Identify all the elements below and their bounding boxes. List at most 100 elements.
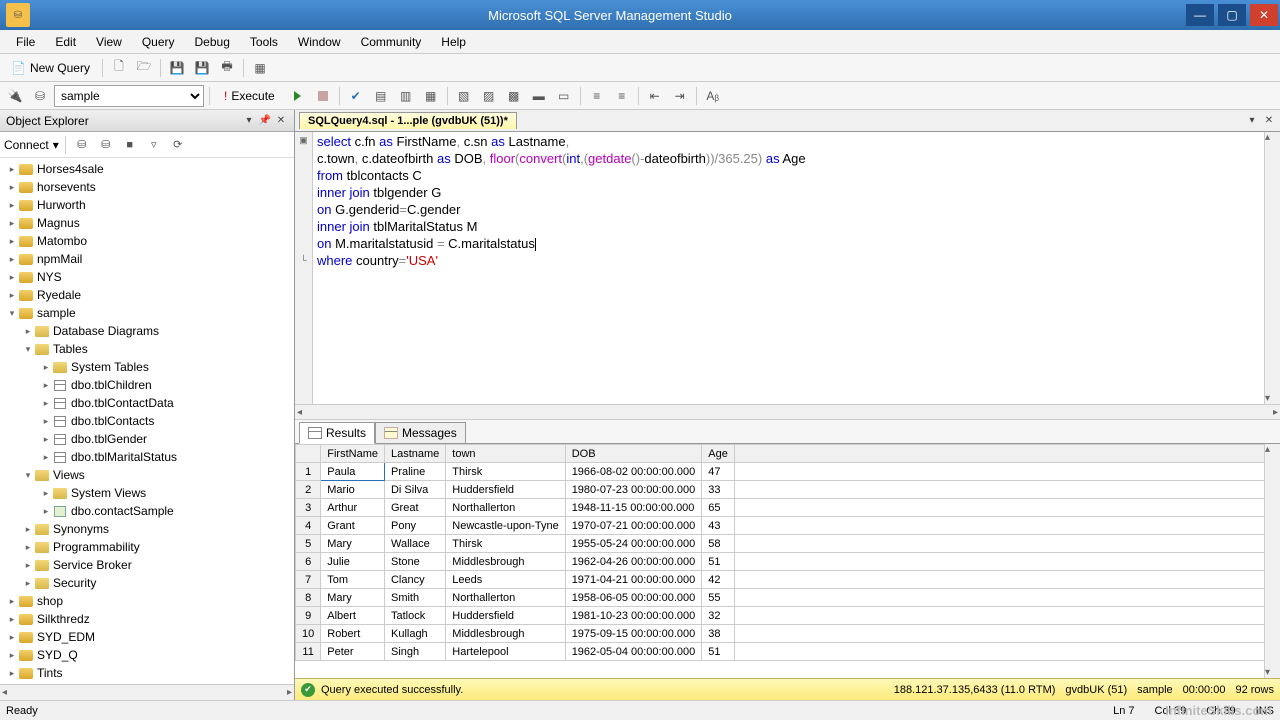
grid-cell[interactable]: 43 [702,517,735,535]
pin-icon[interactable]: 📌 [258,114,272,128]
results-tab[interactable]: Results [299,422,375,444]
open-file-icon[interactable]: 🗁 [133,57,155,79]
grid-vscroll[interactable]: ▴▾ [1264,444,1280,678]
tree-folder[interactable]: ▸Synonyms [0,520,294,538]
grid-cell[interactable]: Northallerton [446,589,565,607]
grid-cell[interactable]: Clancy [384,571,445,589]
row-header[interactable]: 8 [296,589,321,607]
grid-cell[interactable]: 65 [702,499,735,517]
tree-db[interactable]: ▸Matombo [0,232,294,250]
execute-button[interactable]: !Execute [215,86,284,106]
grid-cell[interactable]: 38 [702,625,735,643]
close-panel-icon[interactable]: ✕ [274,114,288,128]
tree-db[interactable]: ▸NYS [0,268,294,286]
close-button[interactable]: ✕ [1250,4,1278,26]
grid-cell[interactable]: Great [384,499,445,517]
tree-view[interactable]: ▸dbo.contactSample [0,502,294,520]
tree-db[interactable]: ▸npmMail [0,250,294,268]
grid-cell[interactable]: 1980-07-23 00:00:00.000 [565,481,702,499]
tree-folder-tables[interactable]: ▾Tables [0,340,294,358]
tree-db[interactable]: ▸Tints [0,664,294,682]
table-row[interactable]: 1PaulaPralineThirsk1966-08-02 00:00:00.0… [296,463,1280,481]
results-grid[interactable]: FirstName Lastname town DOB Age 1PaulaPr… [295,444,1280,661]
filter-icon[interactable]: ▿ [144,135,164,155]
tree-db[interactable]: ▸Ryedale [0,286,294,304]
tree-folder-views[interactable]: ▾Views [0,466,294,484]
menu-help[interactable]: Help [431,33,476,51]
grid-cell[interactable]: 1958-06-05 00:00:00.000 [565,589,702,607]
tab-dropdown-icon[interactable]: ▾ [1245,114,1259,128]
table-row[interactable]: 2MarioDi SilvaHuddersfield1980-07-23 00:… [296,481,1280,499]
grid-cell[interactable]: Thirsk [446,535,565,553]
tree-db[interactable]: ▸Silkthredz [0,610,294,628]
row-header[interactable]: 3 [296,499,321,517]
grid-cell[interactable]: Middlesbrough [446,625,565,643]
tree-db[interactable]: ▸shop [0,592,294,610]
tree-table[interactable]: ▸dbo.tblMaritalStatus [0,448,294,466]
database-select[interactable]: sample [54,85,204,107]
grid-cell[interactable]: 1948-11-15 00:00:00.000 [565,499,702,517]
tree-table[interactable]: ▸dbo.tblContactData [0,394,294,412]
grid-cell[interactable]: 1981-10-23 00:00:00.000 [565,607,702,625]
object-tree[interactable]: ▸Horses4sale ▸horsevents ▸Hurworth ▸Magn… [0,158,294,684]
menu-community[interactable]: Community [351,33,432,51]
grid-cell[interactable]: 1975-09-15 00:00:00.000 [565,625,702,643]
grid-cell[interactable]: Paula [321,463,385,481]
grid-cell[interactable]: 32 [702,607,735,625]
grid-cell[interactable]: Kullagh [384,625,445,643]
grid-cell[interactable]: 51 [702,643,735,661]
menu-window[interactable]: Window [288,33,351,51]
comment-icon[interactable]: ≡ [586,85,608,107]
grid-cell[interactable]: Smith [384,589,445,607]
menu-file[interactable]: File [6,33,45,51]
table-row[interactable]: 11PeterSinghHartelepool1962-05-04 00:00:… [296,643,1280,661]
grid-cell[interactable]: Tom [321,571,385,589]
grid-cell[interactable]: 58 [702,535,735,553]
grid-cell[interactable]: 1970-07-21 00:00:00.000 [565,517,702,535]
col-header[interactable]: Lastname [384,445,445,463]
menu-edit[interactable]: Edit [45,33,86,51]
intellisense-icon[interactable]: ▦ [420,85,442,107]
query-options-icon[interactable]: ▥ [395,85,417,107]
sql-editor[interactable]: ▣ └ select c.fn as FirstName, c.sn as La… [295,132,1280,404]
tree-db[interactable]: ▸Magnus [0,214,294,232]
grid-cell[interactable]: Hartelepool [446,643,565,661]
grid-cell[interactable]: Leeds [446,571,565,589]
grid-cell[interactable]: Di Silva [384,481,445,499]
row-header[interactable]: 5 [296,535,321,553]
tree-db[interactable]: ▸SYD_EDM [0,628,294,646]
tree-folder[interactable]: ▸System Tables [0,358,294,376]
table-row[interactable]: 3ArthurGreatNorthallerton1948-11-15 00:0… [296,499,1280,517]
connect-label[interactable]: Connect [4,138,49,152]
table-row[interactable]: 9AlbertTatlockHuddersfield1981-10-23 00:… [296,607,1280,625]
tree-db[interactable]: ▸Hurworth [0,196,294,214]
menu-tools[interactable]: Tools [240,33,288,51]
uncomment-icon[interactable]: ≡ [611,85,633,107]
results-grid-icon[interactable]: ▭ [553,85,575,107]
new-query-button[interactable]: 📄 New Query [4,58,97,78]
decrease-indent-icon[interactable]: ⇤ [644,85,666,107]
include-client-stats-icon[interactable]: ▩ [503,85,525,107]
save-all-icon[interactable]: 💾 [191,57,213,79]
tree-db[interactable]: ▸Horses4sale [0,160,294,178]
row-header[interactable]: 11 [296,643,321,661]
grid-cell[interactable]: 55 [702,589,735,607]
include-stats-icon[interactable]: ▨ [478,85,500,107]
grid-cell[interactable]: Mary [321,535,385,553]
grid-cell[interactable]: 1962-04-26 00:00:00.000 [565,553,702,571]
grid-cell[interactable]: Mario [321,481,385,499]
grid-cell[interactable]: Thirsk [446,463,565,481]
row-header[interactable]: 2 [296,481,321,499]
grid-cell[interactable]: Julie [321,553,385,571]
grid-cell[interactable]: Northallerton [446,499,565,517]
grid-cell[interactable]: 1966-08-02 00:00:00.000 [565,463,702,481]
editor-vscroll[interactable]: ▴▾ [1264,132,1280,404]
col-header[interactable]: FirstName [321,445,385,463]
grid-cell[interactable]: Stone [384,553,445,571]
row-header[interactable]: 9 [296,607,321,625]
col-header[interactable]: Age [702,445,735,463]
messages-tab[interactable]: Messages [375,422,466,444]
tree-table[interactable]: ▸dbo.tblChildren [0,376,294,394]
print-icon[interactable]: 🖶 [216,57,238,79]
disconnect2-icon[interactable]: ⛁ [96,135,116,155]
